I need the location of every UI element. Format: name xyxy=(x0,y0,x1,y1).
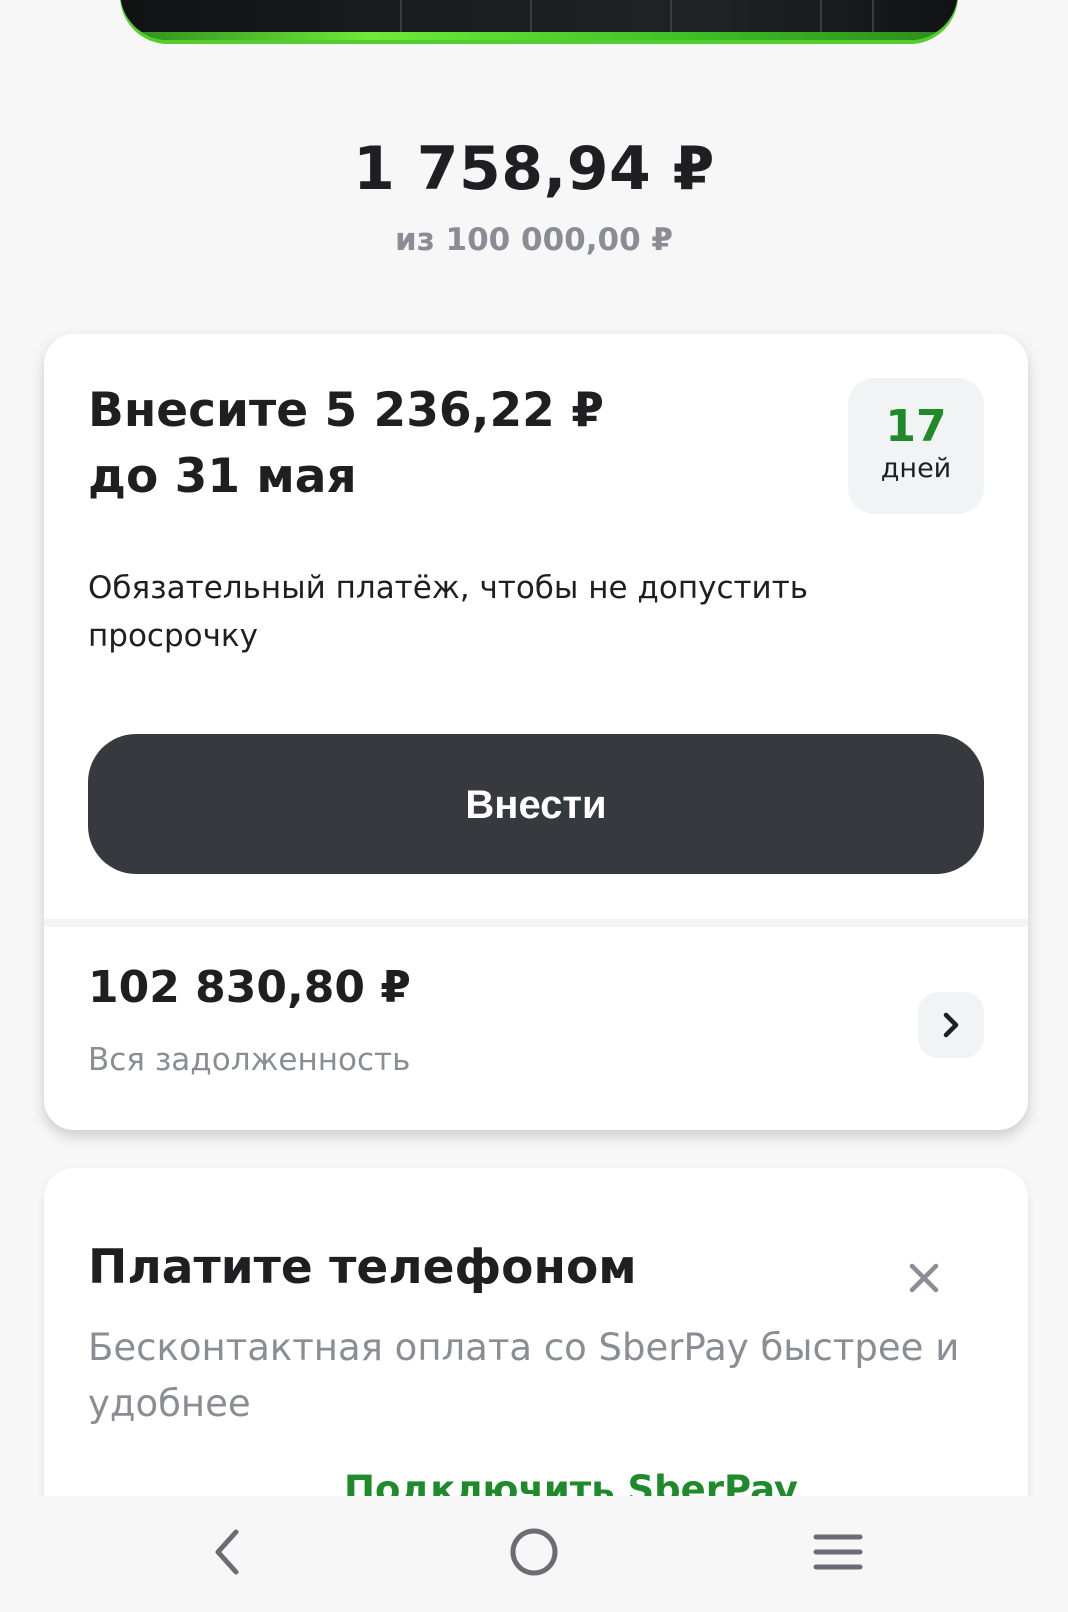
close-icon xyxy=(909,1263,939,1293)
total-debt-label[interactable]: Вся задолженность xyxy=(88,1042,410,1078)
payment-card: Внесите 5 236,22 ₽ до 31 мая 17 дней Обя… xyxy=(44,334,1028,1130)
nav-menu-button[interactable] xyxy=(808,1522,868,1582)
days-left-label: дней xyxy=(880,453,952,484)
payment-amount-line: Внесите 5 236,22 ₽ xyxy=(88,383,604,438)
payment-description: Обязательный платёж, чтобы не допустить … xyxy=(88,570,809,654)
system-navigation-bar xyxy=(0,1496,1068,1612)
nav-home-button[interactable] xyxy=(504,1522,564,1582)
pay-button[interactable]: Внести xyxy=(88,734,984,874)
home-icon xyxy=(510,1528,558,1576)
total-debt-button[interactable] xyxy=(918,992,984,1058)
credit-limit: из 100 000,00 ₽ xyxy=(394,222,674,258)
payment-title: Внесите 5 236,22 ₽ до 31 мая xyxy=(88,378,788,510)
promo-title: Платите телефоном xyxy=(88,1240,637,1295)
promo-close-button[interactable] xyxy=(906,1260,942,1296)
available-balance: 1 758,94 ₽ xyxy=(353,134,715,204)
menu-icon xyxy=(813,1534,863,1570)
days-left-badge: 17 дней xyxy=(848,378,984,514)
days-left-count: 17 xyxy=(885,401,947,452)
payment-due-date-line: до 31 мая xyxy=(88,449,357,504)
card-image xyxy=(120,0,958,40)
nav-back-button[interactable] xyxy=(198,1522,258,1582)
divider xyxy=(44,919,1028,927)
back-icon xyxy=(215,1529,239,1575)
card-glow xyxy=(120,32,958,40)
chevron-right-icon xyxy=(943,1012,959,1038)
total-debt-amount[interactable]: 102 830,80 ₽ xyxy=(88,962,411,1013)
promo-description: Бесконтактная оплата со SberPay быстрее … xyxy=(88,1326,960,1425)
